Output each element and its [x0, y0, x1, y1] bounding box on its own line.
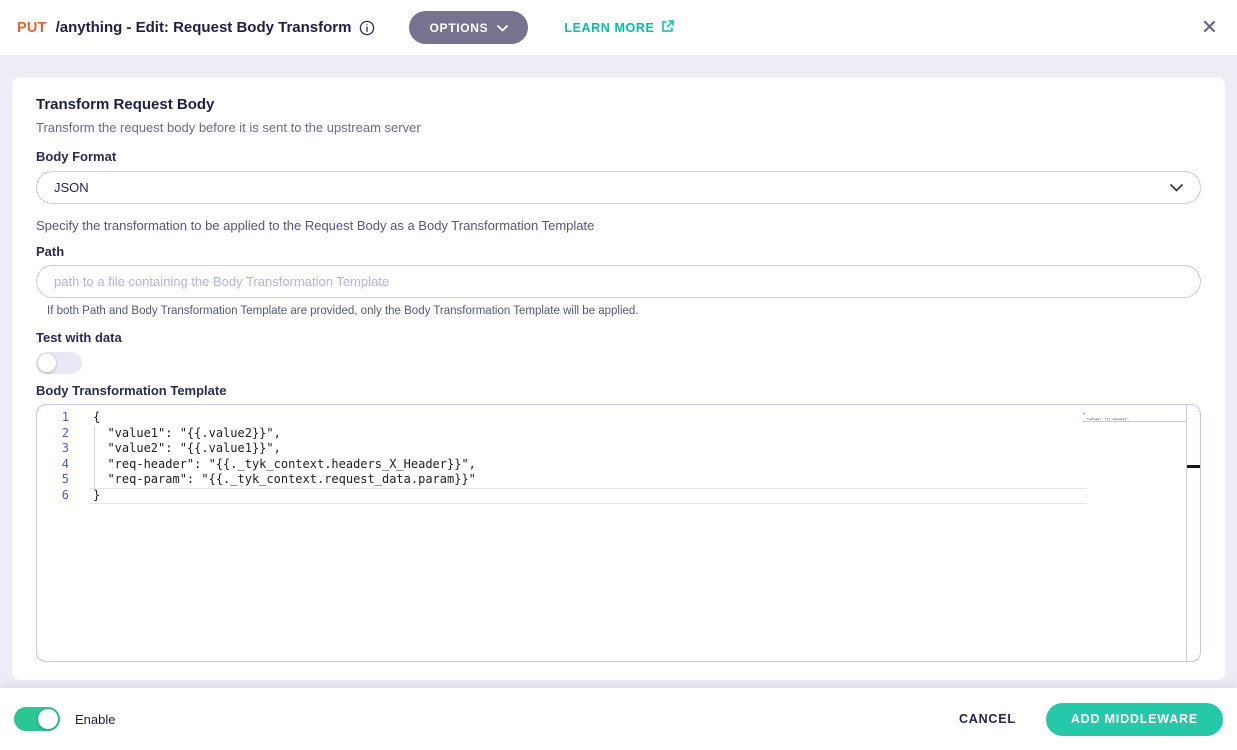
- enable-label: Enable: [75, 712, 115, 727]
- minimap[interactable]: { "value1": "{{.value2}}", "value2": "{{…: [1083, 408, 1184, 421]
- body-format-select[interactable]: JSON: [36, 171, 1201, 204]
- body-format-label: Body Format: [36, 149, 1201, 164]
- close-icon: [1203, 20, 1216, 36]
- overview-ruler: [1186, 405, 1187, 661]
- panel-title: Transform Request Body: [36, 96, 1201, 113]
- path-input[interactable]: [36, 265, 1201, 298]
- learn-more-label: LEARN MORE: [564, 21, 654, 35]
- specify-help-text: Specify the transformation to be applied…: [36, 218, 1201, 233]
- line-number: 4: [37, 457, 93, 473]
- template-label: Body Transformation Template: [36, 383, 1201, 398]
- test-with-data-label: Test with data: [36, 330, 1201, 345]
- indent-guide: [94, 426, 95, 488]
- line-number: 6: [37, 488, 93, 504]
- footer-bar: Enable CANCEL ADD MIDDLEWARE: [0, 688, 1237, 750]
- code-row: 5 "req-param": "{{._tyk_context.request_…: [37, 472, 1200, 488]
- options-button-label: OPTIONS: [429, 21, 488, 35]
- code-line: "req-param": "{{._tyk_context.request_da…: [93, 472, 476, 488]
- scrollbar-marker[interactable]: [1187, 465, 1200, 468]
- transform-panel: Transform Request Body Transform the req…: [12, 77, 1225, 680]
- http-method-badge: PUT: [17, 20, 47, 36]
- code-row: 6 }: [37, 488, 1200, 504]
- code-line: }: [93, 488, 100, 504]
- top-bar: PUT /anything - Edit: Request Body Trans…: [0, 0, 1237, 55]
- code-row: 3 "value2": "{{.value1}}",: [37, 441, 1200, 457]
- learn-more-link[interactable]: LEARN MORE: [564, 19, 675, 36]
- chevron-down-icon: [1170, 180, 1183, 195]
- close-button[interactable]: [1199, 16, 1220, 40]
- line-number: 5: [37, 472, 93, 488]
- test-with-data-toggle[interactable]: [36, 352, 82, 374]
- toggle-knob: [38, 709, 58, 729]
- enable-toggle[interactable]: [14, 707, 60, 731]
- external-link-icon: [661, 19, 675, 36]
- cancel-button[interactable]: CANCEL: [959, 712, 1016, 726]
- path-label: Path: [36, 244, 1201, 259]
- options-button[interactable]: OPTIONS: [409, 11, 528, 44]
- panel-subtitle: Transform the request body before it is …: [36, 120, 1201, 135]
- code-line: "req-header": "{{._tyk_context.headers_X…: [93, 457, 476, 473]
- code-row: 1 {: [37, 410, 1200, 426]
- line-number: 2: [37, 426, 93, 442]
- add-middleware-button[interactable]: ADD MIDDLEWARE: [1046, 703, 1223, 736]
- path-help-text: If both Path and Body Transformation Tem…: [47, 305, 1201, 317]
- toggle-knob: [38, 354, 56, 372]
- code-line: {: [93, 410, 100, 426]
- body-format-value: JSON: [54, 180, 89, 195]
- info-icon[interactable]: [359, 20, 375, 36]
- code-line: "value1": "{{.value2}}",: [93, 426, 281, 442]
- minimap-slider: [1083, 421, 1185, 422]
- chevron-down-icon: [497, 21, 508, 35]
- code-row: 4 "req-header": "{{._tyk_context.headers…: [37, 457, 1200, 473]
- code-editor[interactable]: 1 { 2 "value1": "{{.value2}}", 3 "value2…: [36, 404, 1201, 662]
- line-number: 1: [37, 410, 93, 426]
- code-editor-lines: 1 { 2 "value1": "{{.value2}}", 3 "value2…: [37, 405, 1200, 504]
- main-area: Transform Request Body Transform the req…: [0, 55, 1237, 688]
- code-line: "value2": "{{.value1}}",: [93, 441, 281, 457]
- line-number: 3: [37, 441, 93, 457]
- page-title: /anything - Edit: Request Body Transform: [56, 19, 352, 36]
- code-row: 2 "value1": "{{.value2}}",: [37, 426, 1200, 442]
